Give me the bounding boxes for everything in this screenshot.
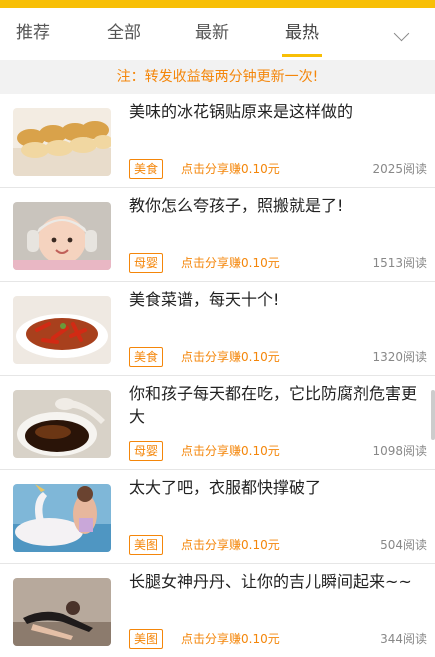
tab-all[interactable]: 全部: [86, 8, 162, 60]
tab-hottest[interactable]: 最热: [264, 8, 340, 60]
article-meta: 母婴 点击分享赚0.10元 1513阅读: [129, 253, 427, 273]
list-item[interactable]: 你和孩子每天都在吃，它比防腐剂危害更大 母婴 点击分享赚0.10元 1098阅读: [0, 376, 435, 470]
tab-latest[interactable]: 最新: [174, 8, 250, 60]
category-badge: 美图: [129, 629, 164, 649]
article-thumbnail: [13, 390, 111, 458]
article-thumbnail: [13, 484, 111, 552]
category-tabs: 推荐 全部 最新 最热: [0, 8, 435, 60]
article-title[interactable]: 太大了吧，衣服都快撑破了: [129, 476, 425, 499]
share-earn-link[interactable]: 点击分享赚0.10元: [181, 253, 280, 273]
share-earn-link[interactable]: 点击分享赚0.10元: [181, 441, 280, 461]
article-meta: 美图 点击分享赚0.10元 344阅读: [129, 629, 427, 649]
category-badge: 美食: [129, 159, 164, 179]
article-thumbnail: [13, 578, 111, 646]
read-count: 504阅读: [380, 538, 427, 552]
list-item[interactable]: 美食菜谱，每天十个! 美食 点击分享赚0.10元 1320阅读: [0, 282, 435, 376]
article-meta: 母婴 点击分享赚0.10元 1098阅读: [129, 441, 427, 461]
read-count: 2025阅读: [372, 162, 427, 176]
article-meta: 美食 点击分享赚0.10元 2025阅读: [129, 159, 427, 179]
article-title[interactable]: 长腿女神丹丹、让你的吉儿瞬间起来~~: [129, 570, 425, 593]
share-earn-link[interactable]: 点击分享赚0.10元: [181, 159, 280, 179]
chevron-down-icon[interactable]: [393, 25, 410, 42]
list-item[interactable]: 教你怎么夸孩子，照搬就是了! 母婴 点击分享赚0.10元 1513阅读: [0, 188, 435, 282]
article-thumbnail: [13, 202, 111, 270]
article-title[interactable]: 美味的冰花锅贴原来是这样做的: [129, 100, 425, 123]
article-title[interactable]: 你和孩子每天都在吃，它比防腐剂危害更大: [129, 382, 425, 428]
scrollbar[interactable]: [431, 390, 435, 440]
list-item[interactable]: 美味的冰花锅贴原来是这样做的 美食 点击分享赚0.10元 2025阅读: [0, 94, 435, 188]
article-thumbnail: [13, 296, 111, 364]
article-meta: 美食 点击分享赚0.10元 1320阅读: [129, 347, 427, 367]
top-accent-bar: [0, 0, 435, 8]
article-meta: 美图 点击分享赚0.10元 504阅读: [129, 535, 427, 555]
category-badge: 母婴: [129, 253, 164, 273]
article-title[interactable]: 美食菜谱，每天十个!: [129, 288, 425, 311]
read-count: 1098阅读: [372, 444, 427, 458]
list-item[interactable]: 长腿女神丹丹、让你的吉儿瞬间起来~~ 美图 点击分享赚0.10元 344阅读: [0, 564, 435, 657]
article-title[interactable]: 教你怎么夸孩子，照搬就是了!: [129, 194, 425, 217]
category-badge: 母婴: [129, 441, 164, 461]
share-earn-link[interactable]: 点击分享赚0.10元: [181, 347, 280, 367]
read-count: 1513阅读: [372, 256, 427, 270]
tab-recommend[interactable]: 推荐: [0, 8, 66, 60]
list-item[interactable]: 太大了吧，衣服都快撑破了 美图 点击分享赚0.10元 504阅读: [0, 470, 435, 564]
article-thumbnail: [13, 108, 111, 176]
category-badge: 美图: [129, 535, 164, 555]
category-badge: 美食: [129, 347, 164, 367]
share-earn-link[interactable]: 点击分享赚0.10元: [181, 629, 280, 649]
earnings-notice: 注：转发收益每两分钟更新一次!: [0, 60, 435, 94]
read-count: 344阅读: [380, 632, 427, 646]
read-count: 1320阅读: [372, 350, 427, 364]
article-list: 美味的冰花锅贴原来是这样做的 美食 点击分享赚0.10元 2025阅读 教你怎么…: [0, 94, 435, 657]
share-earn-link[interactable]: 点击分享赚0.10元: [181, 535, 280, 555]
